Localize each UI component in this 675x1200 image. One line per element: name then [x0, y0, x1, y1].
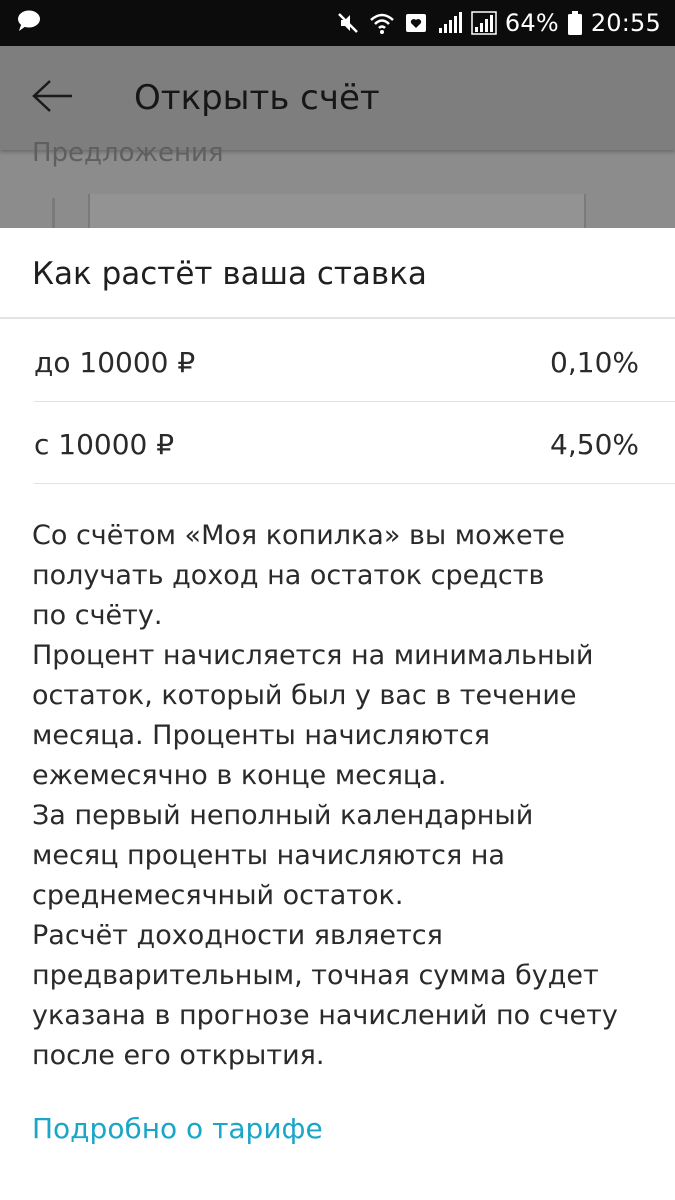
battery-percent: 64% [504, 9, 559, 37]
background-page-scrim[interactable]: Открыть счёт Предложения [0, 46, 675, 228]
signal-icon [471, 10, 497, 36]
back-arrow-icon [30, 78, 74, 118]
status-time: 20:55 [590, 9, 661, 37]
chat-bubble-icon [16, 9, 42, 37]
divider [34, 401, 675, 402]
offers-section-label: Предложения [32, 138, 224, 168]
status-left [16, 9, 42, 37]
sheet-title: Как растёт ваша ставка [32, 256, 427, 292]
back-button[interactable] [0, 46, 104, 150]
rate-bottom-sheet: Как растёт ваша ставка до 10000 ₽ 0,10% … [0, 228, 675, 1200]
rate-value: 4,50% [550, 427, 639, 461]
battery-icon [567, 10, 583, 36]
account-description: Со счётом «Моя копилка» вы можете получа… [32, 520, 618, 1071]
offer-card-edge [52, 198, 55, 228]
status-bar: 64% 20:55 [0, 0, 675, 46]
divider [0, 317, 675, 319]
mute-icon [335, 10, 361, 36]
wifi-icon [369, 10, 395, 36]
tariff-details-link[interactable]: Подробно о тарифе [32, 1112, 323, 1145]
status-right: 64% 20:55 [335, 9, 661, 37]
rate-row: до 10000 ₽ 0,10% [34, 321, 675, 403]
rate-value: 0,10% [550, 345, 639, 379]
page-title: Открыть счёт [134, 78, 380, 118]
offer-card [88, 194, 586, 228]
rate-row: с 10000 ₽ 4,50% [34, 403, 675, 485]
signal-icon [437, 10, 463, 36]
divider [34, 483, 675, 484]
rate-range: с 10000 ₽ [34, 427, 175, 461]
rate-range: до 10000 ₽ [34, 345, 196, 379]
notification-icon [403, 10, 429, 36]
app-bar: Открыть счёт [0, 46, 675, 150]
